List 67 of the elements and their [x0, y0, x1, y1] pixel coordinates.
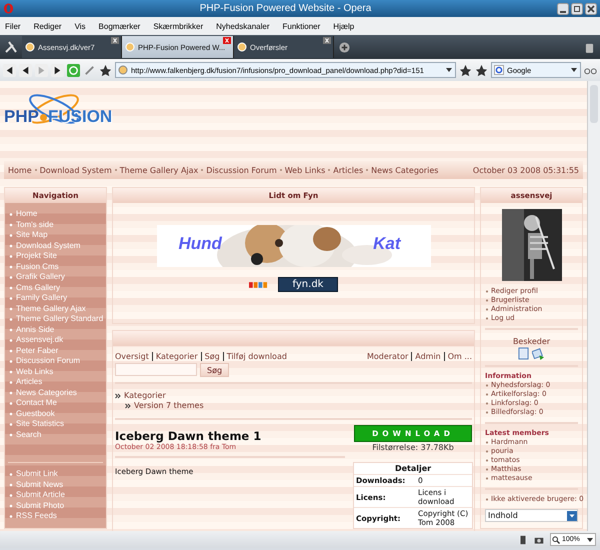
download-title: Iceberg Dawn theme 1 [115, 429, 262, 443]
nav-link[interactable]: Discussion Forum [206, 166, 277, 174]
menu-item[interactable]: Bogmærker [98, 22, 140, 30]
caret-icon[interactable] [570, 66, 578, 74]
page-icon [118, 65, 128, 75]
star-icon[interactable] [459, 64, 472, 76]
minimize-button[interactable] [557, 2, 569, 14]
page-icon [237, 42, 247, 52]
content-dropdown[interactable]: Indhold [485, 509, 578, 522]
nav-link[interactable]: Web Links [284, 166, 326, 174]
star-icon[interactable] [475, 64, 488, 76]
new-tab-icon[interactable] [339, 42, 350, 52]
toolbar-link[interactable]: Moderator [366, 352, 408, 361]
menu-item[interactable]: Funktioner [282, 22, 320, 30]
breadcrumb-link[interactable]: Version 7 themes [115, 401, 204, 411]
star-icon[interactable] [99, 64, 112, 76]
close-tab-icon[interactable] [323, 37, 331, 44]
nav-link[interactable]: Theme Gallery Ajax [120, 166, 198, 174]
badge-link[interactable]: fyn.dk [278, 277, 338, 292]
nav-link[interactable]: News Categories [371, 166, 438, 174]
close-tab-icon[interactable] [223, 37, 231, 44]
menu-item[interactable]: Hjælp [333, 22, 354, 30]
send-icon[interactable] [532, 347, 546, 360]
toolbar-link[interactable]: Oversigt [115, 352, 149, 361]
caret-icon[interactable] [586, 536, 594, 544]
page-icon [125, 42, 135, 52]
menu-item[interactable]: Filer [5, 22, 21, 30]
nav-link[interactable]: Download System [40, 166, 112, 174]
page-icon [25, 42, 35, 52]
chevron-icon [125, 403, 131, 409]
scrollbar[interactable] [587, 81, 600, 531]
nav-link[interactable]: Home [8, 166, 32, 174]
trash-icon[interactable] [585, 42, 594, 52]
back-icon[interactable] [19, 64, 32, 76]
toolbar-link[interactable]: Søg [204, 352, 220, 361]
banner-text: Kat [373, 234, 400, 254]
banner-text: Hund [178, 234, 222, 254]
inbox-icon[interactable] [518, 347, 530, 360]
nav-link[interactable]: Articles [333, 166, 364, 174]
maximize-button[interactable] [571, 2, 583, 14]
caret-icon[interactable] [567, 510, 578, 520]
toolbar-link[interactable]: Admin [415, 352, 441, 361]
window-title: PHP-Fusion Powered Website - Opera [198, 3, 372, 14]
toolbar-link[interactable]: Om ... [448, 352, 472, 361]
close-tab-icon[interactable] [111, 37, 119, 44]
menu-item[interactable]: Rediger [34, 22, 62, 30]
search-button[interactable]: Søg [200, 363, 230, 377]
messages-link[interactable]: Beskeder [512, 337, 550, 346]
toolbar-link[interactable]: Kategorier [156, 352, 198, 361]
menu-item[interactable]: Skærmbrikker [153, 22, 204, 30]
device-icon[interactable] [518, 534, 528, 544]
close-button[interactable] [585, 2, 597, 14]
caret-icon[interactable] [445, 66, 453, 74]
date-text: October 03 2008 05:31:55 [472, 166, 580, 174]
toolbar-link[interactable]: Tilføj download [226, 352, 287, 361]
breadcrumb-link[interactable]: Kategorier [115, 391, 166, 401]
table-title: Detaljer [394, 463, 432, 474]
search-engine-icon [494, 65, 504, 75]
tools-icon[interactable] [4, 40, 18, 54]
search-icon [552, 536, 560, 544]
menu-item[interactable]: Nyhedskanaler [216, 22, 270, 30]
chevron-icon [115, 393, 121, 399]
color-squares-icon [248, 282, 268, 288]
search-input[interactable] [115, 363, 197, 376]
filesize-text: Filstørrelse: 37.78Kb [372, 443, 454, 452]
banner[interactable]: Hund Kat [156, 225, 430, 267]
menu-item[interactable]: Vis [74, 22, 86, 30]
